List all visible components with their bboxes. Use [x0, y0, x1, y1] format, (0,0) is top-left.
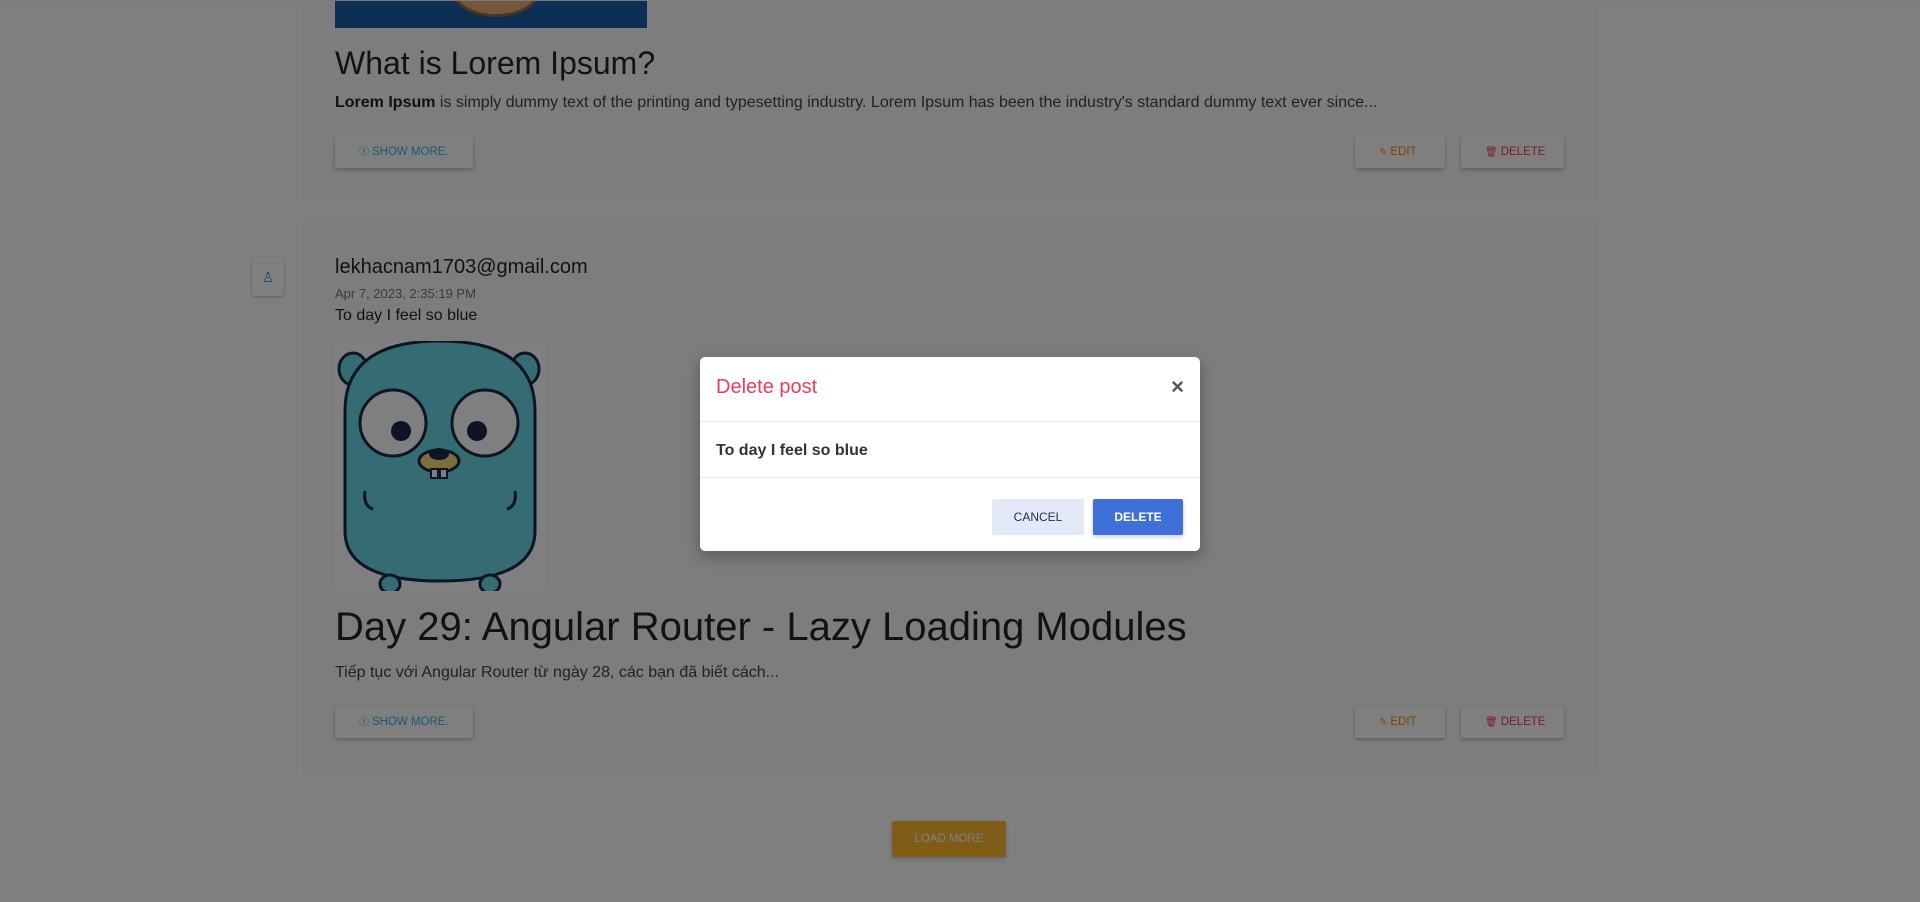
- close-icon[interactable]: ×: [1171, 374, 1184, 400]
- modal-title: Delete post: [716, 376, 818, 398]
- modal-body-text: To day I feel so blue: [716, 442, 868, 459]
- confirm-delete-button[interactable]: DELETE: [1093, 499, 1183, 535]
- modal-body: To day I feel so blue: [700, 422, 1200, 478]
- page: What is Lorem Ipsum? Lorem Ipsum is simp…: [0, 0, 1920, 902]
- modal-header: Delete post ×: [700, 357, 1200, 422]
- cancel-button[interactable]: CANCEL: [992, 499, 1084, 535]
- delete-post-modal: Delete post × To day I feel so blue CANC…: [700, 357, 1200, 551]
